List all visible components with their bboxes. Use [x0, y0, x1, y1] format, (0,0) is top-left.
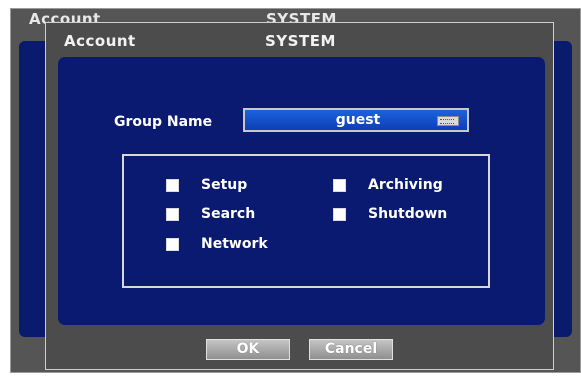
shutdown-checkbox[interactable] — [333, 207, 346, 221]
group-name-label: Group Name — [114, 114, 213, 130]
account-dialog: Account SYSTEM Group Name guest Setup Ar… — [45, 22, 554, 370]
archiving-label: Archiving — [368, 177, 443, 193]
dialog-title: Account — [64, 32, 136, 50]
network-label: Network — [201, 236, 268, 252]
network-checkbox[interactable] — [166, 237, 179, 251]
permissions-box: Setup Archiving Search Shutdown Network — [122, 154, 490, 288]
shutdown-label: Shutdown — [368, 206, 448, 222]
permission-archiving[interactable]: Archiving — [333, 177, 443, 193]
search-checkbox[interactable] — [166, 207, 179, 221]
permission-search[interactable]: Search — [166, 206, 255, 222]
group-name-field[interactable]: guest — [243, 108, 469, 132]
keyboard-icon[interactable] — [437, 116, 459, 126]
search-label: Search — [201, 206, 256, 222]
archiving-checkbox[interactable] — [333, 178, 346, 192]
permission-setup[interactable]: Setup — [166, 177, 247, 193]
content-panel: Group Name guest Setup Archiving Search … — [58, 57, 545, 325]
setup-checkbox[interactable] — [166, 178, 179, 192]
cancel-button[interactable]: Cancel — [309, 339, 393, 360]
ok-button[interactable]: OK — [206, 339, 290, 360]
setup-label: Setup — [201, 177, 248, 193]
dialog-section-title: SYSTEM — [265, 32, 336, 50]
permission-shutdown[interactable]: Shutdown — [333, 206, 447, 222]
permission-network[interactable]: Network — [166, 236, 268, 252]
